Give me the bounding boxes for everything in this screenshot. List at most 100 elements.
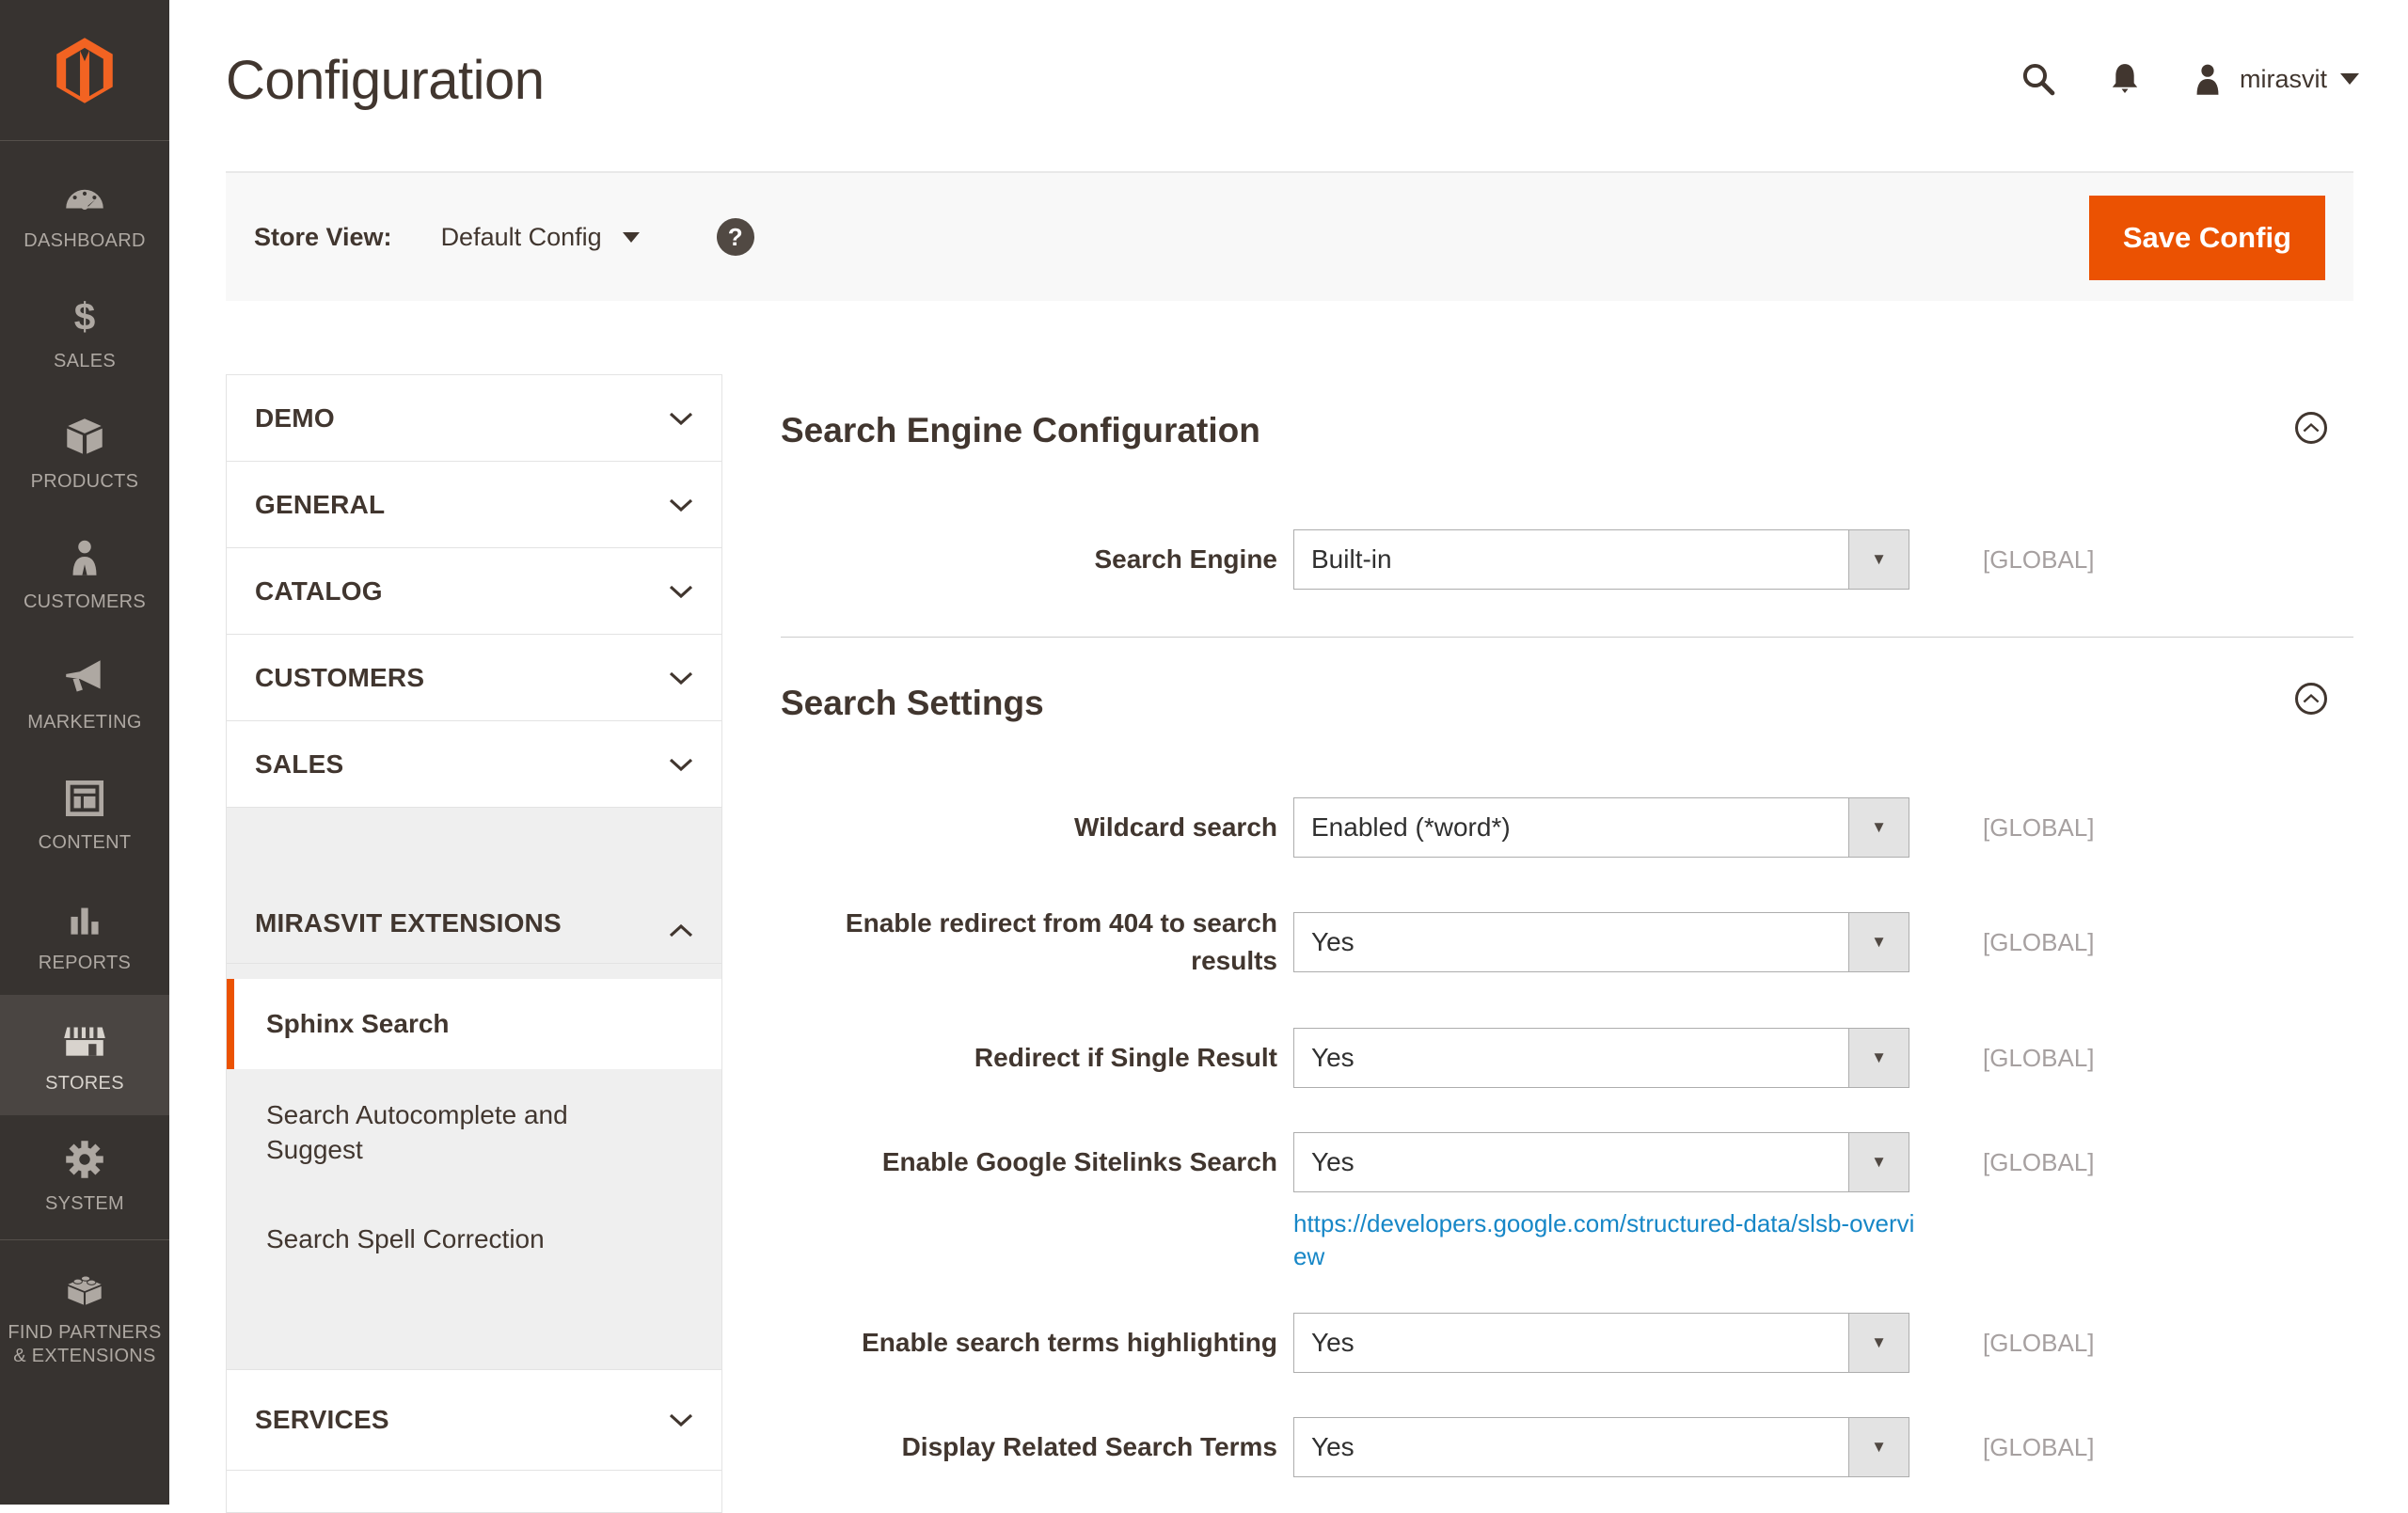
- sidebar-divider: [0, 1239, 169, 1240]
- select-value: Enabled (*word*): [1294, 812, 1511, 843]
- sitelinks-docs-link[interactable]: https://developers.google.com/structured…: [1293, 1207, 1925, 1273]
- scope-label: [GLOBAL]: [1983, 1148, 2095, 1177]
- sidebar-item-label: CUSTOMERS: [24, 591, 146, 614]
- sales-dollar-icon: $: [60, 292, 109, 341]
- chevron-down-icon: [669, 670, 693, 686]
- sidebar-item-products[interactable]: PRODUCTS: [0, 393, 169, 513]
- magento-logo-icon: [55, 37, 114, 104]
- redirect-single-result-select[interactable]: Yes ▼: [1293, 1028, 1909, 1088]
- sidebar-item-dashboard[interactable]: DASHBOARD: [0, 152, 169, 273]
- sidebar-item-find-partners[interactable]: FIND PARTNERS & EXTENSIONS: [0, 1244, 169, 1388]
- form-row-search-engine: Search Engine Built-in ▼ [GLOBAL]: [781, 529, 2361, 590]
- store-view-switcher[interactable]: Default Config: [441, 223, 640, 252]
- chevron-down-icon: [669, 411, 693, 426]
- scope-label: [GLOBAL]: [1983, 928, 2095, 957]
- config-group-services[interactable]: SERVICES: [227, 1370, 721, 1471]
- config-group-mirasvit-extensions[interactable]: MIRASVIT EXTENSIONS: [227, 808, 721, 964]
- save-config-button[interactable]: Save Config: [2089, 196, 2325, 280]
- chevron-down-icon: [2340, 73, 2359, 85]
- dropdown-arrow-icon: ▼: [1848, 530, 1909, 589]
- chevron-down-icon: [623, 232, 640, 243]
- dropdown-arrow-icon: ▼: [1848, 913, 1909, 971]
- scope-label: [GLOBAL]: [1983, 1433, 2095, 1462]
- config-group-label: DEMO: [255, 403, 335, 433]
- dropdown-arrow-icon: ▼: [1848, 1314, 1909, 1372]
- search-engine-select[interactable]: Built-in ▼: [1293, 529, 1909, 590]
- products-box-icon: [60, 413, 109, 462]
- subnav-item-label: Sphinx Search: [266, 1009, 450, 1039]
- config-group-demo[interactable]: DEMO: [227, 375, 721, 462]
- store-view-value: Default Config: [441, 223, 602, 252]
- wildcard-search-select[interactable]: Enabled (*word*) ▼: [1293, 797, 1909, 858]
- subnav-item-search-autocomplete[interactable]: Search Autocomplete and Suggest: [227, 1097, 659, 1167]
- header-actions: mirasvit: [2018, 58, 2359, 100]
- notifications-bell-icon[interactable]: [2104, 58, 2146, 100]
- dropdown-arrow-icon: ▼: [1848, 1418, 1909, 1476]
- select-value: Built-in: [1294, 544, 1392, 575]
- customers-person-icon: [60, 533, 109, 582]
- scope-label: [GLOBAL]: [1983, 1329, 2095, 1358]
- sidebar-item-reports[interactable]: REPORTS: [0, 875, 169, 995]
- sidebar-item-marketing[interactable]: MARKETING: [0, 634, 169, 754]
- reports-bars-icon: [60, 894, 109, 943]
- admin-user-menu[interactable]: mirasvit: [2187, 58, 2359, 100]
- sidebar-item-label: PRODUCTS: [31, 470, 139, 494]
- sidebar-item-stores[interactable]: STORES: [0, 995, 169, 1115]
- config-group-label: SERVICES: [255, 1405, 389, 1435]
- collapse-section-button[interactable]: [2295, 412, 2327, 444]
- display-related-search-terms-select[interactable]: Yes ▼: [1293, 1417, 1909, 1477]
- config-subnav: Sphinx Search Search Autocomplete and Su…: [227, 964, 721, 1370]
- collapse-section-button[interactable]: [2295, 683, 2327, 715]
- sidebar-item-label: STORES: [45, 1072, 124, 1095]
- subnav-item-sphinx-search[interactable]: Sphinx Search: [227, 979, 721, 1069]
- sidebar-item-label: REPORTS: [39, 952, 131, 975]
- field-label: Enable Google Sitelinks Search: [781, 1143, 1277, 1181]
- sidebar-item-content[interactable]: CONTENT: [0, 754, 169, 875]
- chevron-up-icon: [2303, 422, 2320, 433]
- form-row-google-sitelinks: Enable Google Sitelinks Search Yes ▼ [GL…: [781, 1132, 2361, 1192]
- search-terms-highlighting-select[interactable]: Yes ▼: [1293, 1313, 1909, 1373]
- config-group-customers[interactable]: CUSTOMERS: [227, 635, 721, 721]
- sidebar-nav: DASHBOARD $ SALES PRODUCTS CUSTOMERS: [0, 141, 169, 1388]
- dropdown-arrow-icon: ▼: [1848, 798, 1909, 857]
- config-section-nav: DEMO GENERAL CATALOG CUSTOMERS SALES MIR…: [226, 374, 722, 1513]
- select-value: Yes: [1294, 1432, 1354, 1462]
- config-group-next-partial: [227, 1471, 721, 1512]
- marketing-megaphone-icon: [60, 654, 109, 702]
- scope-label: [GLOBAL]: [1983, 545, 2095, 575]
- username-label: mirasvit: [2240, 65, 2327, 94]
- page-title: Configuration: [226, 49, 545, 112]
- form-row-redirect-single-result: Redirect if Single Result Yes ▼ [GLOBAL]: [781, 1028, 2361, 1088]
- find-partners-brick-icon: [60, 1264, 109, 1313]
- app-sidebar: DASHBOARD $ SALES PRODUCTS CUSTOMERS: [0, 0, 169, 1505]
- magento-logo[interactable]: [0, 0, 169, 141]
- config-group-label: SALES: [255, 749, 343, 780]
- search-icon[interactable]: [2018, 58, 2059, 100]
- dashboard-gauge-icon: [60, 172, 109, 221]
- stores-storefront-icon: [60, 1015, 109, 1064]
- store-view-toolbar: Store View: Default Config ? Save Config: [226, 171, 2353, 301]
- config-group-catalog[interactable]: CATALOG: [227, 548, 721, 635]
- google-sitelinks-select[interactable]: Yes ▼: [1293, 1132, 1909, 1192]
- config-group-label: CATALOG: [255, 576, 383, 607]
- sidebar-item-label: DASHBOARD: [24, 229, 145, 253]
- sidebar-item-label: SALES: [54, 350, 116, 373]
- sidebar-item-sales[interactable]: $ SALES: [0, 273, 169, 393]
- config-group-sales[interactable]: SALES: [227, 721, 721, 808]
- sidebar-item-customers[interactable]: CUSTOMERS: [0, 513, 169, 634]
- config-group-general[interactable]: GENERAL: [227, 462, 721, 548]
- form-row-search-terms-highlighting: Enable search terms highlighting Yes ▼ […: [781, 1313, 2361, 1373]
- select-value: Yes: [1294, 1043, 1354, 1073]
- chevron-down-icon: [669, 497, 693, 512]
- form-row-redirect-404: Enable redirect from 404 to search resul…: [781, 912, 2361, 972]
- help-icon[interactable]: ?: [717, 218, 754, 256]
- dropdown-arrow-icon: ▼: [1848, 1029, 1909, 1087]
- subnav-item-search-spell-correction[interactable]: Search Spell Correction: [227, 1221, 721, 1256]
- user-avatar-icon: [2187, 58, 2228, 100]
- form-row-wildcard-search: Wildcard search Enabled (*word*) ▼ [GLOB…: [781, 797, 2361, 858]
- redirect-404-select[interactable]: Yes ▼: [1293, 912, 1909, 972]
- sidebar-item-system[interactable]: SYSTEM: [0, 1115, 169, 1236]
- select-value: Yes: [1294, 1147, 1354, 1177]
- chevron-down-icon: [669, 584, 693, 599]
- sidebar-item-label: FIND PARTNERS & EXTENSIONS: [4, 1321, 166, 1368]
